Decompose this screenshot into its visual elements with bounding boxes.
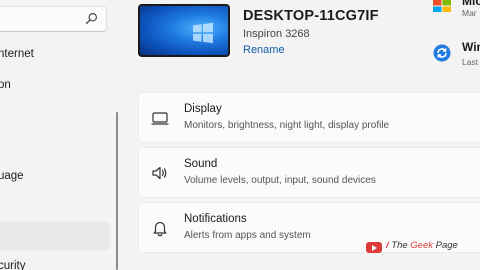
- search-input[interactable]: [0, 6, 107, 32]
- watermark-text: / The Geek Page: [386, 240, 458, 251]
- speaker-icon: [152, 166, 167, 180]
- watermark-slash: /: [386, 240, 389, 251]
- play-icon: [366, 242, 382, 253]
- nav-item-label: nternet: [0, 48, 34, 60]
- card-description: Volume levels, output, input, sound devi…: [184, 175, 376, 186]
- nav-item-network-internet[interactable]: nternet: [0, 40, 110, 68]
- nav-item-time-language[interactable]: uage: [0, 162, 110, 190]
- watermark-the: The: [391, 240, 408, 251]
- nav-item-personalization[interactable]: on: [0, 71, 110, 99]
- nav-item-label: uage: [0, 170, 24, 182]
- windows-update-icon: [433, 44, 451, 62]
- search-icon[interactable]: [85, 12, 98, 25]
- device-model: Inspiron 3268: [243, 28, 310, 40]
- microsoft-365-tile-subtitle: Mar: [462, 8, 477, 18]
- settings-card-sound[interactable]: Sound Volume levels, output, input, soun…: [138, 147, 480, 198]
- windows-update-tile-title[interactable]: Win: [462, 40, 480, 54]
- nav-scrollbar[interactable]: [116, 112, 118, 270]
- card-description: Alerts from apps and system: [184, 230, 311, 241]
- watermark-name: Geek: [410, 240, 434, 251]
- desktop-wallpaper: [140, 6, 228, 55]
- nav-item-selected[interactable]: [0, 222, 110, 250]
- bell-icon: [153, 221, 167, 237]
- nav-item-label: on: [0, 79, 11, 91]
- watermark-page: Page: [435, 240, 458, 251]
- settings-card-display[interactable]: Display Monitors, brightness, night ligh…: [138, 92, 480, 143]
- nav-item-label: curity: [0, 260, 26, 270]
- nav-item-privacy-security[interactable]: curity: [0, 252, 110, 270]
- rename-link[interactable]: Rename: [243, 44, 285, 56]
- windows-update-tile-subtitle: Last: [462, 57, 479, 67]
- card-title: Sound: [184, 158, 218, 170]
- device-thumbnail: [138, 4, 230, 57]
- microsoft-logo-icon: [433, 0, 451, 12]
- settings-nav: nternet on uage curity: [0, 0, 120, 270]
- device-name: DESKTOP-11CG7IF: [243, 8, 379, 24]
- windows-logo-icon: [193, 22, 213, 44]
- microsoft-365-tile-title[interactable]: Mic: [462, 0, 480, 8]
- monitor-icon: [151, 112, 169, 125]
- card-title: Display: [184, 103, 222, 115]
- card-title: Notifications: [184, 213, 247, 225]
- card-description: Monitors, brightness, night light, displ…: [184, 120, 390, 131]
